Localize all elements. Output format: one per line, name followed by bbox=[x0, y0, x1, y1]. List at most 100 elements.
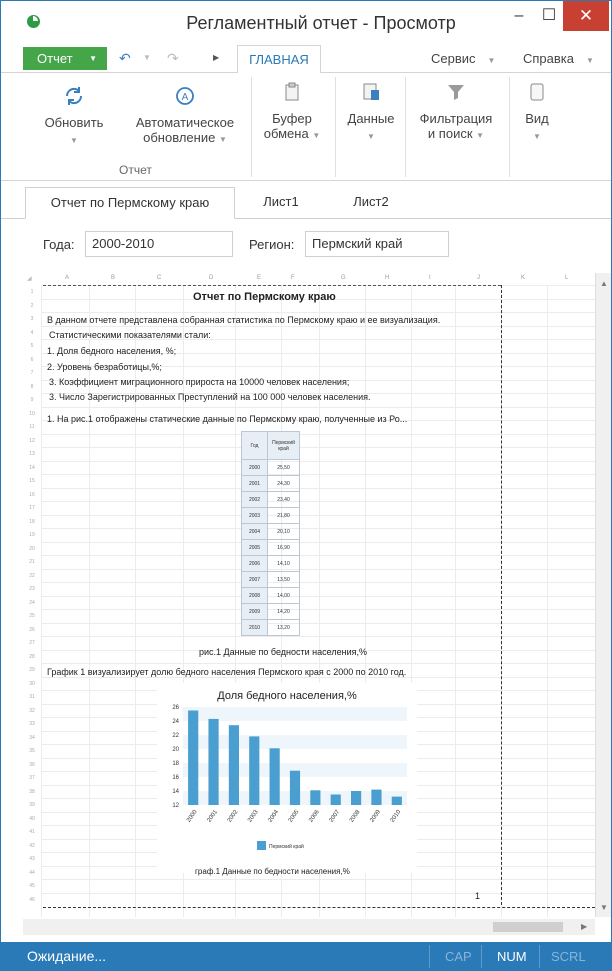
row-header[interactable]: 33 bbox=[23, 721, 41, 727]
row-header[interactable]: 6 bbox=[23, 357, 41, 363]
row-header[interactable]: 7 bbox=[23, 370, 41, 376]
row-header[interactable]: 43 bbox=[23, 856, 41, 862]
row-header[interactable]: 29 bbox=[23, 667, 41, 673]
row-header[interactable]: 18 bbox=[23, 519, 41, 525]
row-header[interactable]: 35 bbox=[23, 748, 41, 754]
row-header[interactable]: 4 bbox=[23, 330, 41, 336]
row-header[interactable]: 23 bbox=[23, 586, 41, 592]
row-header[interactable]: 24 bbox=[23, 600, 41, 606]
row-header[interactable]: 30 bbox=[23, 681, 41, 687]
row-header[interactable]: 36 bbox=[23, 762, 41, 768]
years-field[interactable]: 2000-2010 bbox=[85, 231, 233, 257]
vertical-scrollbar[interactable]: ▲ ▼ bbox=[595, 273, 611, 917]
undo-icon[interactable]: ↶ bbox=[119, 50, 131, 67]
redo-icon[interactable]: ↷ bbox=[167, 50, 179, 67]
indicator-item: 3. Число Зарегистрированных Преступлений… bbox=[49, 392, 371, 402]
filter-search-button[interactable]: Фильтрация и поиск ▼ bbox=[413, 81, 499, 143]
undo-dropdown-icon[interactable]: ▼ bbox=[143, 53, 151, 62]
column-header[interactable]: D bbox=[209, 275, 213, 281]
clipboard-button[interactable]: Буфер обмена ▼ bbox=[259, 81, 325, 143]
row-header[interactable]: 27 bbox=[23, 640, 41, 646]
row-header[interactable]: 17 bbox=[23, 505, 41, 511]
data-table: Год Пермский край 2000 25,50 2001 24,30 2002… bbox=[241, 431, 300, 636]
row-header[interactable]: 34 bbox=[23, 735, 41, 741]
sheet-tab-report[interactable]: Отчет по Пермскому краю bbox=[25, 187, 235, 219]
grid-row-line bbox=[41, 663, 595, 664]
row-header[interactable]: 42 bbox=[23, 843, 41, 849]
row-header[interactable]: 19 bbox=[23, 532, 41, 538]
row-header[interactable]: 14 bbox=[23, 465, 41, 471]
select-all-corner-icon[interactable]: ◢ bbox=[27, 275, 32, 282]
row-header[interactable]: 10 bbox=[23, 411, 41, 417]
column-header[interactable]: C bbox=[157, 275, 161, 281]
row-header[interactable]: 44 bbox=[23, 870, 41, 876]
row-header[interactable]: 2 bbox=[23, 303, 41, 309]
auto-refresh-button[interactable]: A Автоматическое обновление ▼ bbox=[129, 85, 241, 147]
close-button[interactable]: ✕ bbox=[563, 1, 609, 31]
column-header[interactable]: E bbox=[257, 275, 261, 281]
row-header[interactable]: 5 bbox=[23, 343, 41, 349]
row-header[interactable]: 9 bbox=[23, 397, 41, 403]
row-header[interactable]: 16 bbox=[23, 492, 41, 498]
group-separator bbox=[335, 77, 336, 177]
row-header[interactable]: 20 bbox=[23, 546, 41, 552]
row-header[interactable]: 11 bbox=[23, 424, 41, 430]
minimize-button[interactable]: – bbox=[503, 1, 535, 31]
sheet-tab-list1[interactable]: Лист1 bbox=[251, 187, 311, 219]
row-header[interactable]: 25 bbox=[23, 613, 41, 619]
row-header[interactable]: 26 bbox=[23, 627, 41, 633]
row-header[interactable]: 28 bbox=[23, 654, 41, 660]
auto-refresh-label-1: Автоматическое bbox=[135, 115, 235, 130]
row-header[interactable]: 37 bbox=[23, 775, 41, 781]
row-header[interactable]: 39 bbox=[23, 802, 41, 808]
row-header[interactable]: 13 bbox=[23, 451, 41, 457]
scroll-right-icon[interactable]: ▶ bbox=[581, 922, 587, 931]
row-header[interactable]: 40 bbox=[23, 816, 41, 822]
chart-bar bbox=[208, 718, 219, 805]
row-header[interactable]: 21 bbox=[23, 559, 41, 565]
row-header[interactable]: 15 bbox=[23, 478, 41, 484]
row-header[interactable]: 41 bbox=[23, 829, 41, 835]
row-header[interactable]: 38 bbox=[23, 789, 41, 795]
tab-help[interactable]: Справка ▼ bbox=[523, 45, 594, 74]
row-header[interactable]: 31 bbox=[23, 694, 41, 700]
region-field[interactable]: Пермский край bbox=[305, 231, 449, 257]
column-header[interactable]: F bbox=[291, 275, 295, 281]
sheet-tab-list2[interactable]: Лист2 bbox=[341, 187, 401, 219]
row-header[interactable]: 46 bbox=[23, 897, 41, 903]
table-row: 2003 21,80 bbox=[241, 507, 300, 524]
row-header[interactable]: 1 bbox=[23, 289, 41, 295]
report-sheet[interactable]: ◢ A B C D E F G H I J K L 1 2 3 4 5 6 7 8 9 10 11 1… bbox=[23, 273, 595, 917]
column-header[interactable]: K bbox=[521, 275, 525, 281]
column-header[interactable]: H bbox=[385, 275, 389, 281]
row-header[interactable]: 3 bbox=[23, 316, 41, 322]
row-header[interactable]: 22 bbox=[23, 573, 41, 579]
view-button[interactable]: Вид ▼ bbox=[517, 81, 557, 144]
horizontal-scrollbar[interactable]: ▶ bbox=[23, 919, 595, 935]
data-button[interactable]: Данные ▼ bbox=[343, 81, 399, 144]
quick-access-more-icon[interactable]: ▶ bbox=[213, 53, 219, 62]
maximize-button[interactable]: ☐ bbox=[533, 1, 565, 31]
tab-service[interactable]: Сервис ▼ bbox=[431, 45, 495, 74]
column-header[interactable]: J bbox=[477, 275, 480, 281]
table-cell-year: 2003 bbox=[241, 507, 268, 524]
x-tick-label: 2005 bbox=[288, 809, 301, 824]
row-header[interactable]: 12 bbox=[23, 438, 41, 444]
row-header[interactable]: 8 bbox=[23, 384, 41, 390]
column-header[interactable]: I bbox=[429, 275, 431, 281]
report-menu-button[interactable]: Отчет ▼ bbox=[23, 47, 107, 70]
table-cell-year: 2000 bbox=[241, 459, 268, 476]
refresh-button[interactable]: Обновить ▼ bbox=[41, 85, 107, 148]
y-tick-label: 16 bbox=[172, 775, 179, 781]
column-header[interactable]: A bbox=[65, 275, 69, 281]
scroll-up-icon[interactable]: ▲ bbox=[600, 279, 608, 288]
report-viewer-window: Регламентный отчет - Просмотр – ☐ ✕ Отче… bbox=[0, 0, 612, 971]
scroll-thumb[interactable] bbox=[493, 922, 563, 932]
column-header[interactable]: L bbox=[565, 275, 568, 281]
row-header[interactable]: 45 bbox=[23, 883, 41, 889]
column-header[interactable]: G bbox=[341, 275, 346, 281]
tab-home[interactable]: ГЛАВНАЯ bbox=[237, 45, 321, 74]
row-header[interactable]: 32 bbox=[23, 708, 41, 714]
column-header[interactable]: B bbox=[111, 275, 115, 281]
scroll-down-icon[interactable]: ▼ bbox=[600, 903, 608, 912]
